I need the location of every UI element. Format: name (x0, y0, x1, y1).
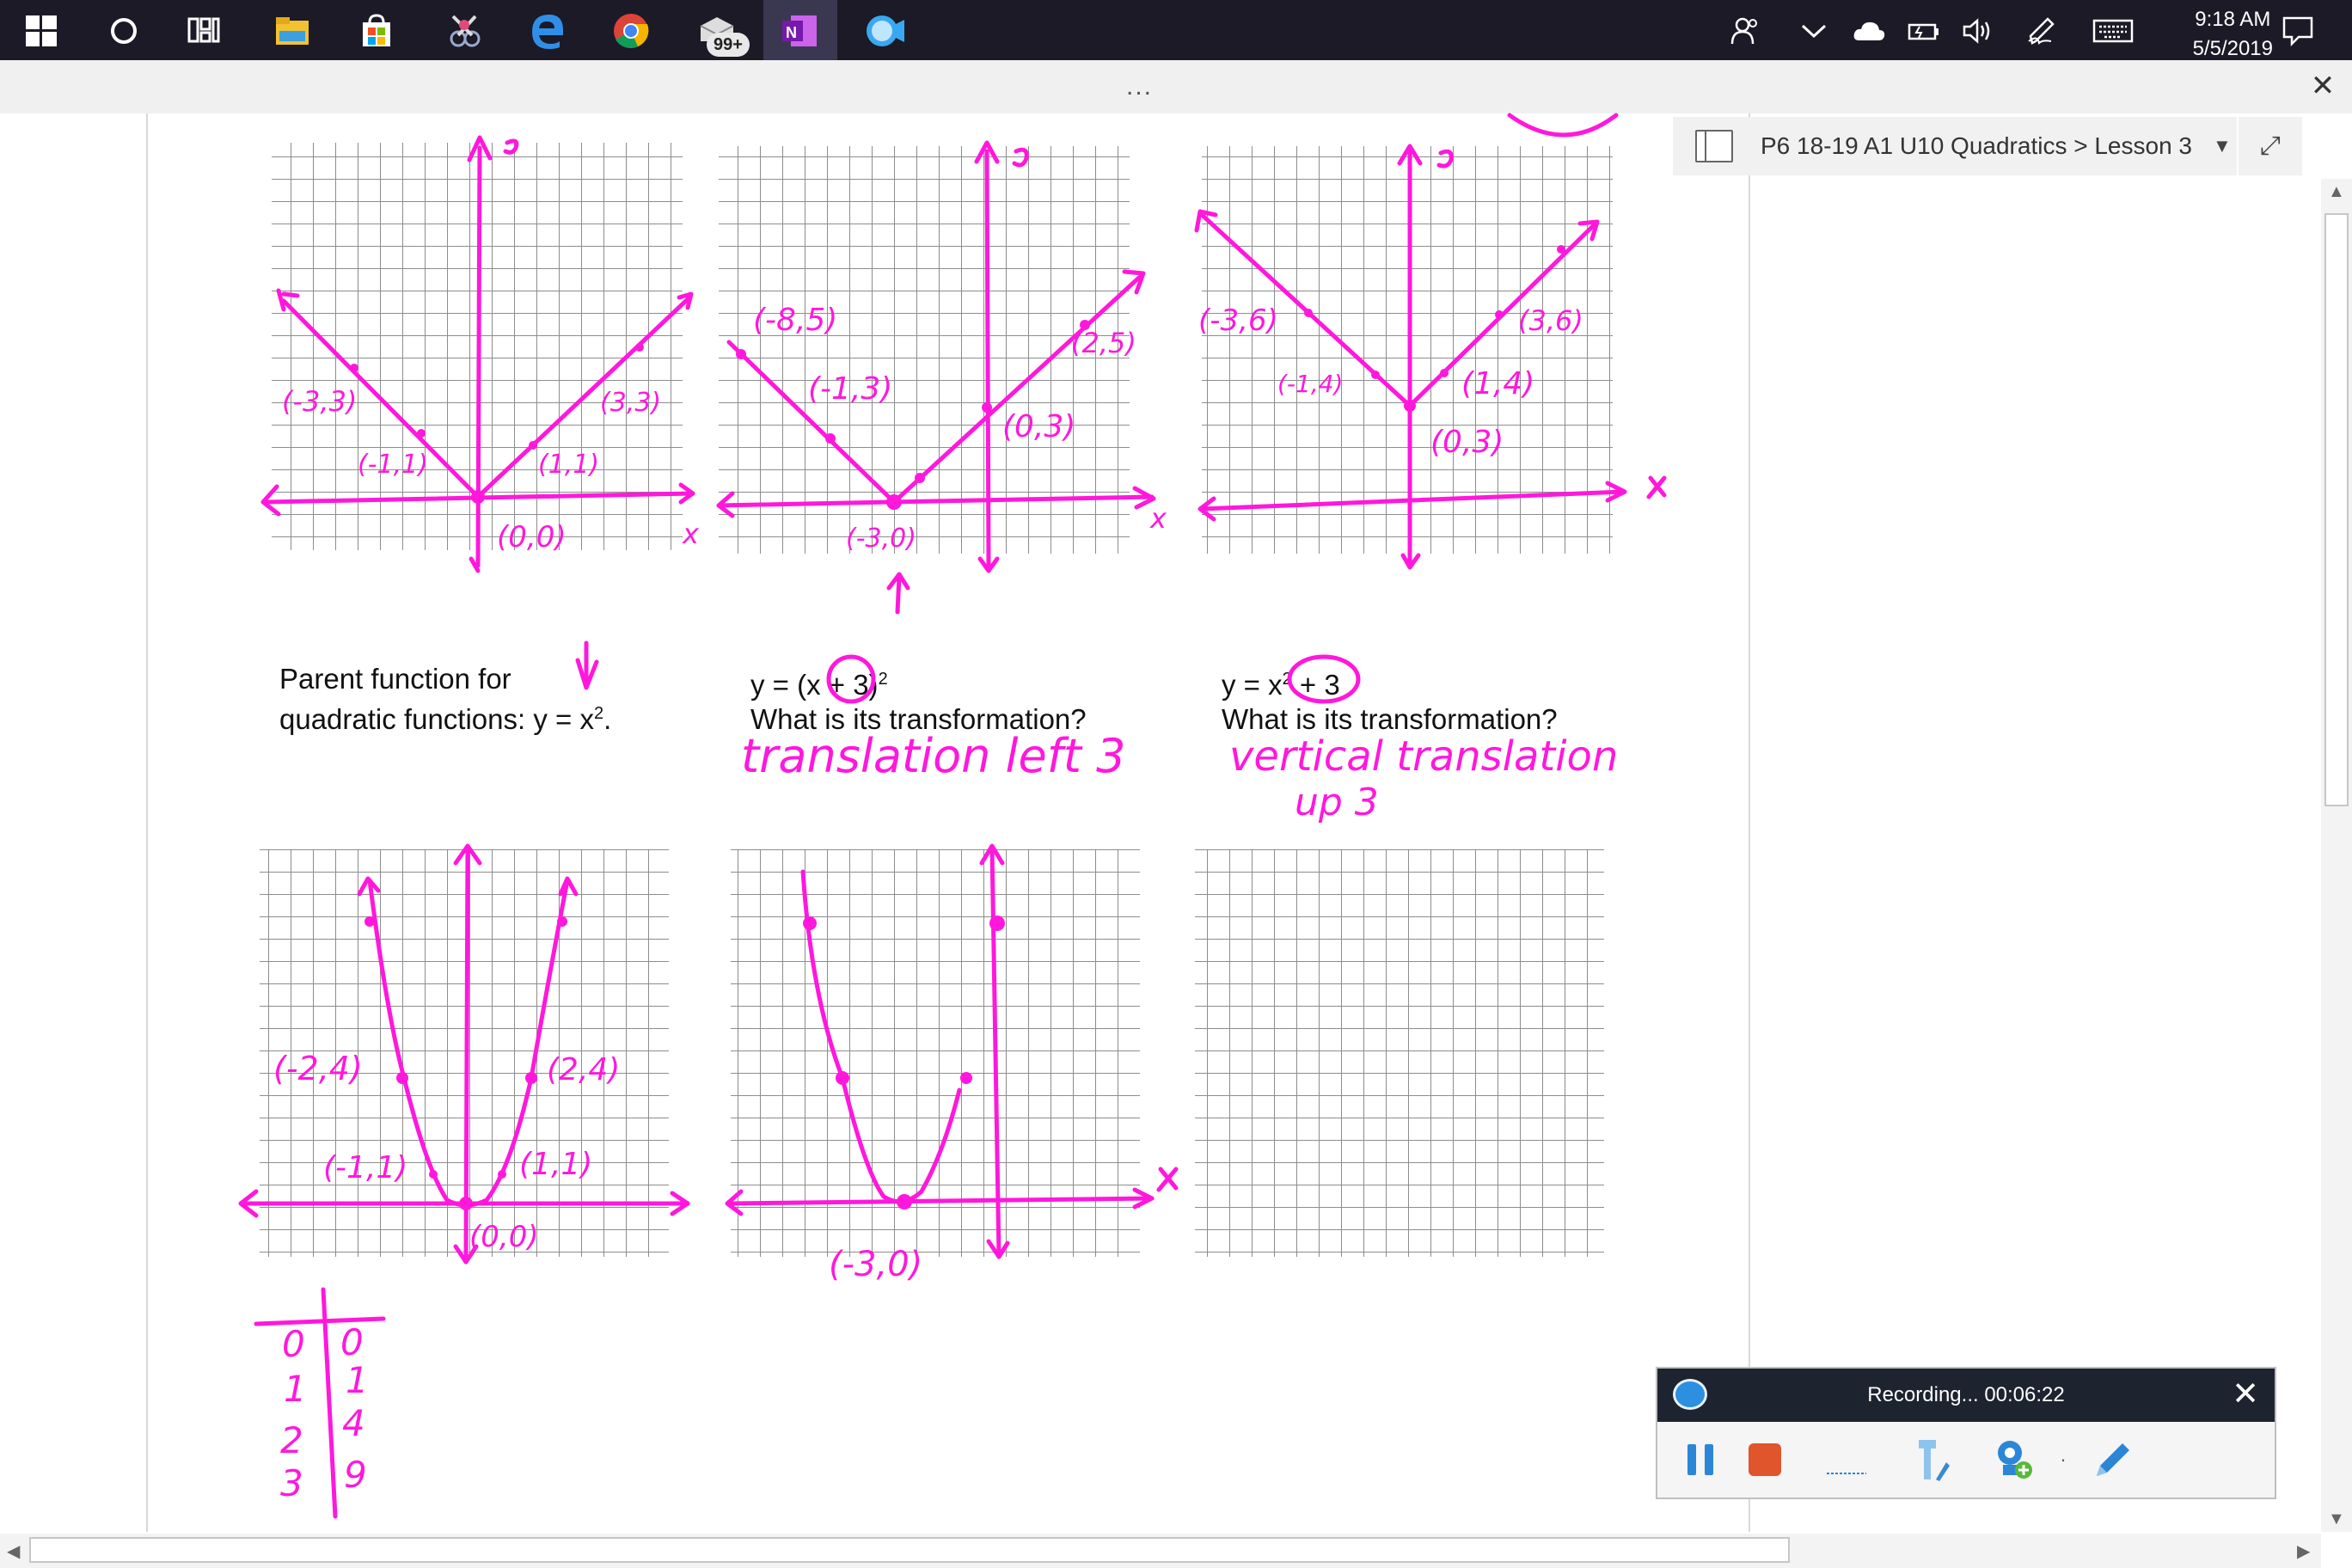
stop-button[interactable] (1743, 1436, 1786, 1484)
g2-label-4: (0,3) (1002, 409, 1075, 444)
arrow-down-ink (575, 640, 599, 690)
g4-label-3: (-1,1) (323, 1150, 407, 1185)
stray-circle-top (1507, 113, 1619, 138)
webcam-add-icon[interactable] (1988, 1436, 2039, 1484)
scroll-left-arrow-icon[interactable]: ◀ (7, 1540, 20, 1562)
g3-label-4: (1,4) (1461, 366, 1534, 401)
g3-label-2: (-1,4) (1277, 370, 1343, 398)
caption-tool-icon[interactable] (1907, 1436, 1958, 1484)
g3-label-5: (0,3) (1430, 425, 1504, 460)
table-x-3: 3 (280, 1462, 303, 1504)
horizontal-scroll-thumb[interactable] (29, 1537, 1790, 1563)
recording-header: Recording... 00:06:22 ✕ (1657, 1369, 2275, 1422)
ink-canvas: (-3,3) (-1,1) (1,1) (3,3) (0,0) x (-8,5)… (238, 113, 1667, 1519)
recording-status: Recording... 00:06:22 (1867, 1383, 2065, 1406)
recording-widget: Recording... 00:06:22 ✕ · (1656, 1367, 2276, 1499)
g2-axis-x: x (1149, 502, 1167, 535)
circle-plus3-q1 (826, 654, 876, 704)
scroll-right-arrow-icon[interactable]: ▶ (2297, 1540, 2310, 1562)
table-x-2: 2 (280, 1419, 303, 1461)
g1-label-5: (0,0) (497, 520, 567, 554)
graph-grid-6 (1195, 849, 1604, 1257)
g5-label-1: (-3,0) (829, 1245, 922, 1284)
vertical-scroll-thumb[interactable] (2324, 213, 2349, 806)
g1-label-3: (1,1) (538, 450, 599, 480)
g3-label-3: (3,6) (1518, 304, 1583, 337)
g2-label-1: (-8,5) (753, 303, 837, 338)
options-dot[interactable]: · (2055, 1436, 2072, 1484)
table-y-1: 1 (346, 1359, 369, 1401)
table-y-0: 0 (340, 1321, 364, 1363)
recording-close-button[interactable]: ✕ (2232, 1375, 2259, 1413)
table-x-0: 0 (282, 1323, 305, 1365)
table-y-2: 4 (342, 1402, 365, 1444)
g1-axis-x: x (682, 518, 700, 550)
pause-button[interactable] (1681, 1436, 1719, 1484)
scroll-up-arrow-icon[interactable]: ▲ (2328, 182, 2345, 202)
audio-level-indicator (1821, 1436, 1872, 1484)
g4-label-1: (-2,4) (273, 1050, 363, 1087)
g1-label-1: (-3,3) (282, 385, 357, 418)
g4-label-4: (1,1) (519, 1147, 592, 1182)
table-x-1: 1 (284, 1368, 307, 1410)
g4-label-5: (0,0) (469, 1220, 539, 1254)
graph-grid-3 (1202, 146, 1613, 554)
answer-2-ink-line-2: up 3 (1295, 781, 1379, 824)
g3-label-1: (-3,6) (1198, 303, 1278, 338)
table-y-3: 9 (344, 1454, 367, 1496)
graph-grid-2 (719, 146, 1130, 554)
g2-label-5: (-3,0) (846, 524, 916, 554)
answer-2-ink-line-1: vertical translation (1229, 732, 1618, 781)
g2-label-2: (-1,3) (808, 371, 892, 407)
g1-label-2: (-1,1) (358, 450, 428, 480)
g4-label-2: (2,4) (547, 1052, 620, 1087)
scroll-down-arrow-icon[interactable]: ▼ (2328, 1510, 2345, 1529)
answer-1-ink: translation left 3 (741, 729, 1125, 783)
draw-pencil-icon[interactable] (2087, 1436, 2139, 1484)
graph-grid-5 (731, 849, 1140, 1257)
g1-label-4: (3,3) (600, 388, 661, 418)
circle-plus3-q2 (1287, 654, 1361, 704)
g2-label-3: (2,5) (1071, 327, 1136, 359)
